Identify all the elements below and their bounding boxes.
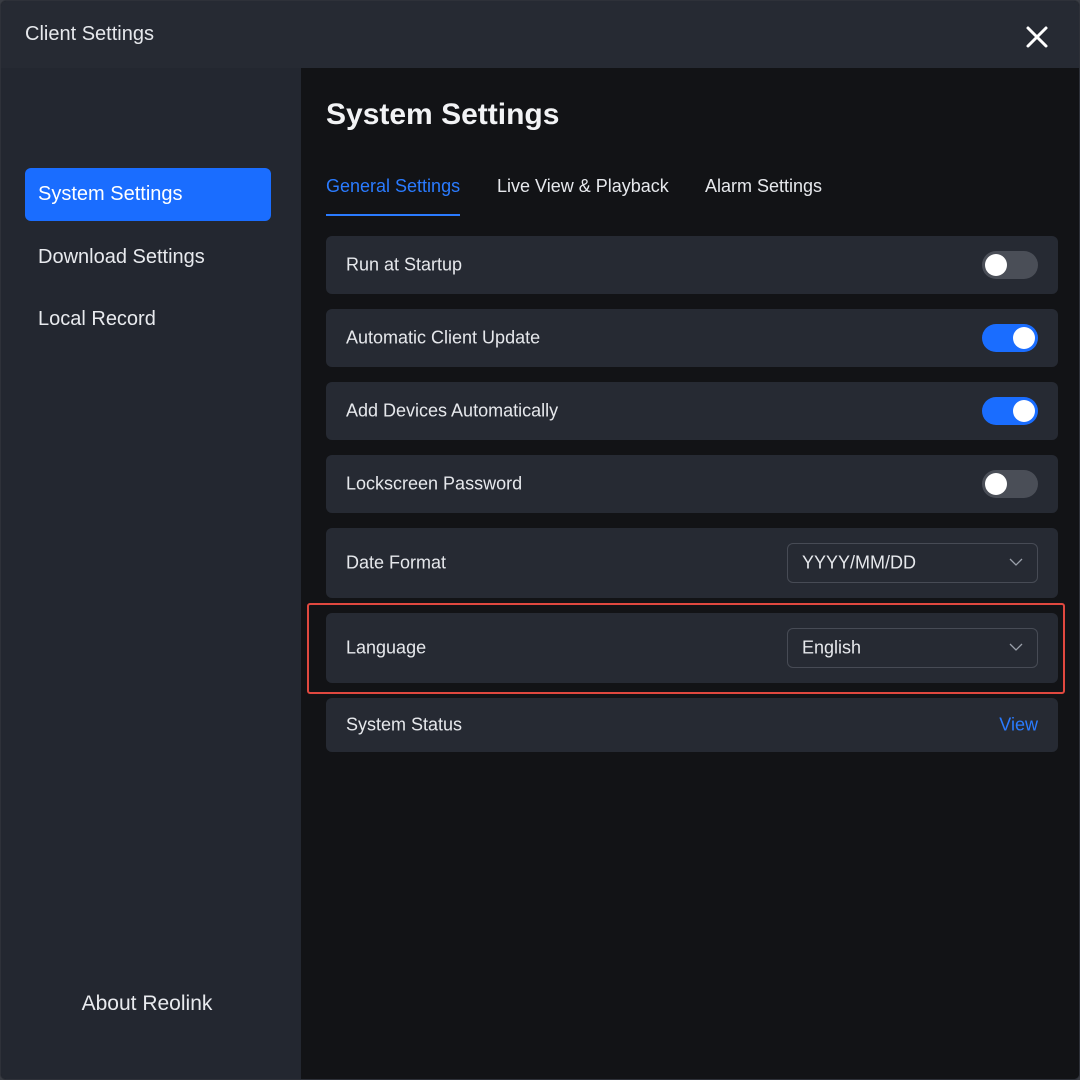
setting-label: Date Format	[346, 552, 447, 573]
toggle-knob	[985, 254, 1007, 276]
chevron-down-icon	[1009, 643, 1023, 651]
view-system-status-link[interactable]: View	[999, 715, 1038, 736]
tab-live-view-playback[interactable]: Live View & Playback	[497, 176, 669, 216]
chevron-down-icon	[1009, 558, 1023, 566]
setting-label: Add Devices Automatically	[346, 400, 559, 421]
toggle-knob	[985, 473, 1007, 495]
toggle-knob	[1013, 400, 1035, 422]
setting-label: Lockscreen Password	[346, 473, 523, 494]
setting-row-add-devices: Add Devices Automatically	[326, 382, 1058, 440]
run-at-startup-toggle[interactable]	[982, 251, 1038, 279]
client-settings-window: Client Settings System Settings Download…	[0, 0, 1080, 1080]
page-title: System Settings	[326, 98, 560, 131]
close-icon	[1026, 26, 1048, 48]
sidebar-item-local-record[interactable]: Local Record	[25, 293, 271, 346]
setting-row-run-at-startup: Run at Startup	[326, 236, 1058, 294]
setting-label: Run at Startup	[346, 254, 463, 275]
setting-row-auto-update: Automatic Client Update	[326, 309, 1058, 367]
setting-row-date-format: Date Format YYYY/MM/DD	[326, 528, 1058, 598]
about-reolink-link[interactable]: About Reolink	[1, 992, 293, 1016]
setting-row-system-status: System Status View	[326, 698, 1058, 752]
close-button[interactable]	[1017, 17, 1057, 57]
sidebar: System Settings Download Settings Local …	[1, 68, 301, 1079]
tab-label: Alarm Settings	[705, 176, 823, 196]
tab-general-settings[interactable]: General Settings	[326, 176, 461, 216]
lockscreen-password-toggle[interactable]	[982, 470, 1038, 498]
sidebar-item-download-settings[interactable]: Download Settings	[25, 231, 271, 284]
sidebar-item-system-settings[interactable]: System Settings	[25, 168, 271, 221]
tab-alarm-settings[interactable]: Alarm Settings	[705, 176, 822, 216]
setting-row-language: Language English	[326, 613, 1058, 683]
active-tab-indicator	[326, 214, 461, 216]
tab-label: General Settings	[326, 176, 461, 196]
toggle-knob	[1013, 327, 1035, 349]
setting-label: System Status	[346, 714, 463, 735]
select-value: English	[802, 637, 862, 658]
add-devices-toggle[interactable]	[982, 397, 1038, 425]
auto-update-toggle[interactable]	[982, 324, 1038, 352]
select-value: YYYY/MM/DD	[802, 552, 917, 573]
tab-label: Live View & Playback	[497, 176, 669, 196]
title-bar: Client Settings	[1, 1, 1079, 68]
setting-label: Automatic Client Update	[346, 327, 541, 348]
window-title: Client Settings	[25, 23, 154, 45]
language-select[interactable]: English	[787, 628, 1038, 668]
main-panel: System Settings General Settings Live Vi…	[301, 68, 1079, 1079]
setting-row-lockscreen-password: Lockscreen Password	[326, 455, 1058, 513]
setting-label: Language	[346, 637, 427, 658]
date-format-select[interactable]: YYYY/MM/DD	[787, 543, 1038, 583]
